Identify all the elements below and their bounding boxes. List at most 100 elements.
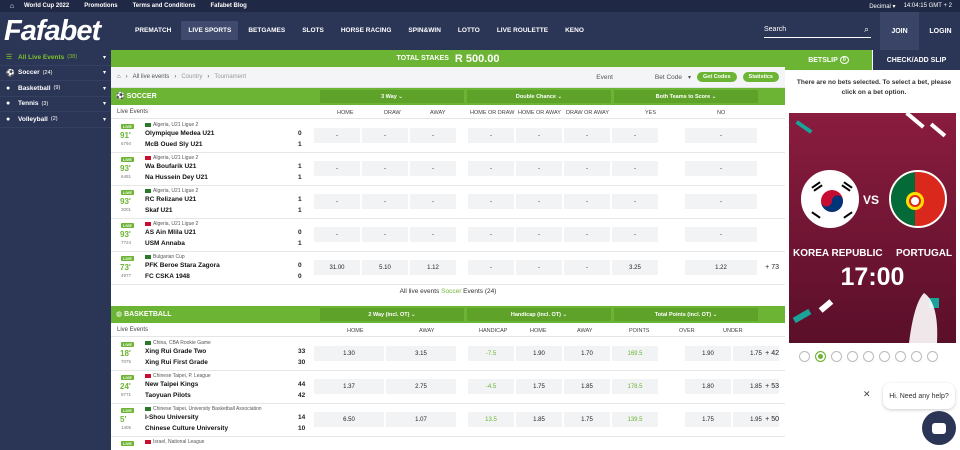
odds-button[interactable]: - [516, 128, 562, 143]
event-row[interactable]: LIVE 93' 3001 Algeria, U21 Ligue 2 RC Reliza… [111, 186, 785, 219]
event-row[interactable]: LIVE 93' 6491 Algeria, U21 Ligue 2 Wa Boufar… [111, 153, 785, 186]
sidebar-item-tennis[interactable]: ● Tennis (3) ▾ [0, 97, 111, 112]
home-team[interactable]: RC Relizane U21 [145, 196, 196, 203]
chat-greeting-bubble[interactable]: Hi. Need any help? [883, 383, 955, 409]
nav-prematch[interactable]: PREMATCH [128, 21, 178, 40]
nav-slots[interactable]: SLOTS [295, 21, 331, 40]
topbar-link-terms[interactable]: Terms and Conditions [133, 3, 196, 9]
odds-button[interactable]: 13.5 [468, 412, 514, 427]
odds-button[interactable]: - [685, 227, 757, 242]
odds-button[interactable]: - [314, 161, 360, 176]
more-markets-link[interactable]: + 50 [765, 416, 779, 423]
odds-button[interactable]: 1.07 [386, 412, 456, 427]
odds-button[interactable]: - [468, 260, 514, 275]
event-row[interactable]: LIVE 5' 1405 Chinese Taipei, University Bas… [111, 404, 785, 437]
odds-button[interactable]: 1.75 [685, 412, 731, 427]
home-team[interactable]: I-Shou University [145, 414, 198, 421]
event-row[interactable]: LIVE 24' 8771 Chinese Taipei, P. League New … [111, 371, 785, 404]
more-markets-link[interactable]: + 42 [765, 350, 779, 357]
market-select-handicap[interactable]: Handicap (incl. OT) ⌄ [467, 308, 611, 321]
odds-button[interactable]: - [314, 227, 360, 242]
odds-button[interactable]: 1.30 [314, 346, 384, 361]
odds-button[interactable]: - [410, 161, 456, 176]
bet-code-input[interactable]: Bet Code [655, 74, 682, 81]
odds-button[interactable]: 1.90 [685, 346, 731, 361]
more-markets-link[interactable]: + 53 [765, 383, 779, 390]
odds-button[interactable]: 139.5 [612, 412, 658, 427]
all-live-soccer-link[interactable]: All live events Soccer Events (24) [111, 288, 785, 302]
odds-button[interactable]: - [612, 161, 658, 176]
away-team[interactable]: Chinese Culture University [145, 425, 228, 432]
odds-button[interactable]: - [564, 128, 610, 143]
carousel-dot[interactable] [927, 351, 938, 362]
more-markets-link[interactable]: + 73 [765, 264, 779, 271]
market-select-2way[interactable]: 2 Way (incl. OT) ⌄ [320, 308, 464, 321]
market-select-total-points[interactable]: Total Points (incl. OT) ⌄ [614, 308, 758, 321]
tab-check-add-slip[interactable]: CHECK/ADD SLIP [873, 50, 960, 70]
odds-button[interactable]: 6.50 [314, 412, 384, 427]
nav-live-roulette[interactable]: LIVE ROULETTE [490, 21, 555, 40]
statistics-button[interactable]: Statistics [742, 72, 779, 82]
topbar-link-worldcup[interactable]: World Cup 2022 [24, 3, 69, 9]
odds-button[interactable]: 1.85 [516, 412, 562, 427]
away-team[interactable]: Taoyuan Pilots [145, 392, 191, 399]
carousel-dot-active[interactable] [815, 351, 826, 362]
odds-button[interactable]: - [362, 128, 408, 143]
odds-button[interactable]: 1.37 [314, 379, 384, 394]
carousel-dot[interactable] [847, 351, 858, 362]
breadcrumb-tournament[interactable]: Tournament [214, 74, 246, 80]
odds-button[interactable]: 178.5 [612, 379, 658, 394]
odds-button[interactable]: 2.75 [386, 379, 456, 394]
odds-button[interactable]: - [685, 194, 757, 209]
odds-button[interactable]: 5.10 [362, 260, 408, 275]
tab-betslip[interactable]: BETSLIP 0 [785, 50, 873, 70]
home-icon[interactable]: ⌂ [117, 74, 121, 80]
topbar-link-promotions[interactable]: Promotions [84, 3, 117, 9]
home-team[interactable]: Olympique Medea U21 [145, 130, 214, 137]
home-icon[interactable]: ⌂ [0, 3, 24, 10]
odds-button[interactable]: - [612, 128, 658, 143]
carousel-dot[interactable] [863, 351, 874, 362]
breadcrumb-country[interactable]: Country [181, 74, 202, 80]
carousel-dot[interactable] [911, 351, 922, 362]
event-row[interactable]: LIVE 18' 7075 China, CBA Rookie Game Xing Ru… [111, 338, 785, 371]
odds-button[interactable]: - [564, 194, 610, 209]
breadcrumb-all-live[interactable]: All live events [133, 74, 170, 80]
odds-button[interactable]: - [314, 194, 360, 209]
away-team[interactable]: FC CSKA 1948 [145, 273, 190, 280]
nav-betgames[interactable]: BETGAMES [241, 21, 292, 40]
carousel-dot[interactable] [799, 351, 810, 362]
odds-button[interactable]: - [362, 194, 408, 209]
home-team[interactable]: New Taipei Kings [145, 381, 198, 388]
odds-button[interactable]: - [410, 227, 456, 242]
away-team[interactable]: Skaf U21 [145, 207, 172, 214]
odds-button[interactable]: - [564, 227, 610, 242]
odds-button[interactable]: 1.80 [685, 379, 731, 394]
odds-button[interactable]: 3.25 [612, 260, 658, 275]
odds-button[interactable]: - [468, 194, 514, 209]
odds-button[interactable]: - [410, 194, 456, 209]
odds-button[interactable]: - [612, 194, 658, 209]
odds-button[interactable]: 31.00 [314, 260, 360, 275]
event-row[interactable]: LIVE Israel, National League [111, 437, 785, 450]
odds-button[interactable]: 1.85 [564, 379, 610, 394]
search-icon[interactable]: ⌕ [864, 24, 869, 35]
away-team[interactable]: Xing Rui First Grade [145, 359, 208, 366]
home-team[interactable]: AS Ain Mlila U21 [145, 229, 196, 236]
odds-button[interactable]: - [516, 194, 562, 209]
odds-button[interactable]: - [410, 128, 456, 143]
odds-button[interactable]: - [468, 128, 514, 143]
market-select-btts[interactable]: Both Teams to Score ⌄ [614, 90, 758, 103]
odds-button[interactable]: - [564, 260, 610, 275]
carousel-dot[interactable] [879, 351, 890, 362]
market-select-double-chance[interactable]: Double Chance ⌄ [467, 90, 611, 103]
odds-button[interactable]: - [612, 227, 658, 242]
odds-button[interactable]: - [685, 128, 757, 143]
event-row[interactable]: LIVE 73' 4977 Bulgarian Cup PFK Beroe Stara … [111, 252, 785, 285]
odds-button[interactable]: 1.22 [685, 260, 757, 275]
nav-horse-racing[interactable]: HORSE RACING [334, 21, 399, 40]
topbar-link-blog[interactable]: Fafabet Blog [210, 3, 246, 9]
odds-button[interactable]: - [468, 227, 514, 242]
join-button[interactable]: JOIN [880, 12, 919, 50]
logo[interactable]: Fafabet [4, 15, 101, 48]
